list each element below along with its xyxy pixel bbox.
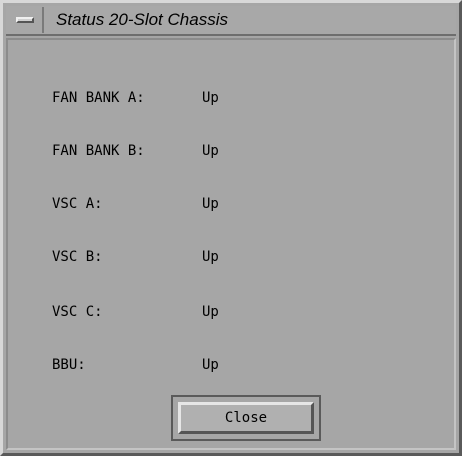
status-label: BBU: (52, 357, 86, 373)
window-title: Status 20-Slot Chassis (56, 10, 228, 29)
window-menu-button[interactable] (8, 7, 44, 33)
window-menu-icon (16, 17, 34, 23)
status-value: Up (202, 90, 219, 106)
status-label: FAN BANK A: (52, 90, 145, 106)
status-value: Up (202, 196, 219, 212)
status-label: VSC C: (52, 304, 103, 320)
close-button-frame: Close (171, 395, 321, 441)
title-bar[interactable]: Status 20-Slot Chassis (6, 6, 456, 36)
status-label: VSC B: (52, 249, 103, 265)
close-button[interactable]: Close (178, 402, 314, 434)
status-label: FAN BANK B: (52, 143, 145, 159)
status-value: Up (202, 357, 219, 373)
status-value: Up (202, 304, 219, 320)
status-value: Up (202, 249, 219, 265)
status-dialog-window: Status 20-Slot Chassis FAN BANK A: Up FA… (0, 0, 462, 456)
dialog-body: FAN BANK A: Up FAN BANK B: Up VSC A: Up … (6, 38, 456, 450)
status-label: VSC A: (52, 196, 103, 212)
status-value: Up (202, 143, 219, 159)
